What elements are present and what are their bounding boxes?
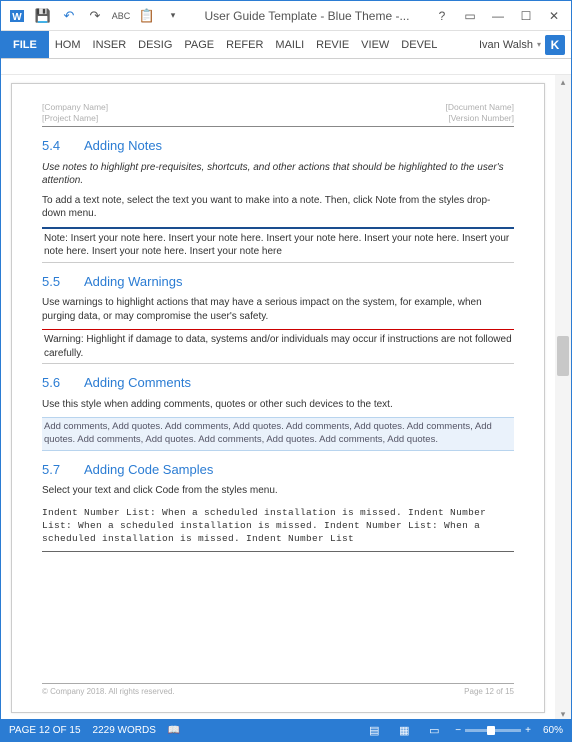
heading-55: 5.5Adding Warnings bbox=[42, 273, 514, 291]
save-icon[interactable]: 💾 bbox=[31, 4, 55, 28]
header-company: [Company Name] bbox=[42, 102, 108, 112]
scrollbar-thumb[interactable] bbox=[557, 336, 569, 376]
proofing-icon[interactable]: 📖 bbox=[168, 725, 180, 736]
scrollbar-track[interactable] bbox=[555, 89, 571, 707]
ruler[interactable] bbox=[1, 59, 571, 75]
read-mode-icon[interactable]: ▤ bbox=[365, 722, 383, 738]
header-project: [Project Name] bbox=[42, 113, 98, 123]
zoom-level[interactable]: 60% bbox=[543, 725, 563, 736]
document-area: ◢ [Company Name][Project Name] [Document… bbox=[1, 75, 571, 721]
status-page[interactable]: PAGE 12 OF 15 bbox=[9, 725, 81, 736]
zoom-in-icon[interactable]: + bbox=[525, 725, 531, 736]
comment-box: Add comments, Add quotes. Add comments, … bbox=[42, 417, 514, 451]
minimize-icon[interactable]: — bbox=[485, 5, 511, 27]
tab-page[interactable]: PAGE bbox=[178, 31, 220, 58]
heading-56: 5.6Adding Comments bbox=[42, 374, 514, 392]
document-title: User Guide Template - Blue Theme -... bbox=[189, 9, 425, 23]
tab-design[interactable]: DESIG bbox=[132, 31, 178, 58]
vertical-scrollbar[interactable]: ▴ ▾ bbox=[555, 75, 571, 721]
tab-insert[interactable]: INSER bbox=[87, 31, 133, 58]
status-words[interactable]: 2229 WORDS bbox=[93, 725, 156, 736]
user-badge: K bbox=[545, 35, 565, 55]
header-docname: [Document Name] bbox=[446, 102, 515, 112]
heading-57: 5.7Adding Code Samples bbox=[42, 461, 514, 479]
window-controls: ? ▭ — ☐ ✕ bbox=[429, 5, 567, 27]
user-account[interactable]: Ivan Walsh ▾ K bbox=[473, 31, 571, 58]
status-bar: PAGE 12 OF 15 2229 WORDS 📖 ▤ ▦ ▭ − + 60% bbox=[1, 719, 571, 741]
footer-copyright: © Company 2018. All rights reserved. bbox=[42, 687, 175, 698]
zoom-slider[interactable]: − + bbox=[455, 725, 531, 736]
body-text: Use notes to highlight pre-requisites, s… bbox=[42, 161, 514, 188]
zoom-out-icon[interactable]: − bbox=[455, 725, 461, 736]
page-header: [Company Name][Project Name] [Document N… bbox=[42, 102, 514, 127]
maximize-icon[interactable]: ☐ bbox=[513, 5, 539, 27]
page: [Company Name][Project Name] [Document N… bbox=[11, 83, 545, 713]
undo-icon[interactable]: ↶ bbox=[57, 4, 81, 28]
zoom-thumb[interactable] bbox=[487, 726, 495, 735]
note-box: Note: Insert your note here. Insert your… bbox=[42, 227, 514, 263]
paste-icon[interactable]: 📋 bbox=[135, 4, 159, 28]
quick-access-toolbar: W 💾 ↶ ↷ ABC 📋 ▾ bbox=[5, 4, 185, 28]
spellcheck-icon[interactable]: ABC bbox=[109, 4, 133, 28]
code-box: Indent Number List: When a scheduled ins… bbox=[42, 504, 514, 552]
ribbon-tabs: FILE HOM INSER DESIG PAGE REFER MAILI RE… bbox=[1, 31, 571, 59]
heading-54: 5.4Adding Notes bbox=[42, 137, 514, 155]
redo-icon[interactable]: ↷ bbox=[83, 4, 107, 28]
help-icon[interactable]: ? bbox=[429, 5, 455, 27]
word-icon[interactable]: W bbox=[5, 4, 29, 28]
tab-references[interactable]: REFER bbox=[220, 31, 269, 58]
body-text: Use warnings to highlight actions that m… bbox=[42, 296, 514, 323]
file-tab[interactable]: FILE bbox=[1, 31, 49, 58]
svg-text:W: W bbox=[12, 12, 22, 23]
print-layout-icon[interactable]: ▦ bbox=[395, 722, 413, 738]
body-text: Select your text and click Code from the… bbox=[42, 484, 514, 498]
chevron-down-icon: ▾ bbox=[537, 40, 541, 49]
close-icon[interactable]: ✕ bbox=[541, 5, 567, 27]
tab-developer[interactable]: DEVEL bbox=[395, 31, 443, 58]
web-layout-icon[interactable]: ▭ bbox=[425, 722, 443, 738]
warning-box: Warning: Highlight if damage to data, sy… bbox=[42, 329, 514, 364]
header-version: [Version Number] bbox=[448, 113, 514, 123]
zoom-track[interactable] bbox=[465, 729, 521, 732]
body-text: To add a text note, select the text you … bbox=[42, 194, 514, 221]
qat-customize-icon[interactable]: ▾ bbox=[161, 4, 185, 28]
scroll-up-icon[interactable]: ▴ bbox=[561, 75, 566, 89]
tab-mailings[interactable]: MAILI bbox=[269, 31, 310, 58]
tab-view[interactable]: VIEW bbox=[355, 31, 395, 58]
ribbon-display-icon[interactable]: ▭ bbox=[457, 5, 483, 27]
title-bar: W 💾 ↶ ↷ ABC 📋 ▾ User Guide Template - Bl… bbox=[1, 1, 571, 31]
page-footer: © Company 2018. All rights reserved. Pag… bbox=[42, 683, 514, 698]
body-text: Use this style when adding comments, quo… bbox=[42, 398, 514, 412]
footer-page-num: Page 12 of 15 bbox=[464, 687, 514, 698]
user-name: Ivan Walsh bbox=[479, 39, 533, 51]
tab-review[interactable]: REVIE bbox=[310, 31, 355, 58]
tab-home[interactable]: HOM bbox=[49, 31, 87, 58]
